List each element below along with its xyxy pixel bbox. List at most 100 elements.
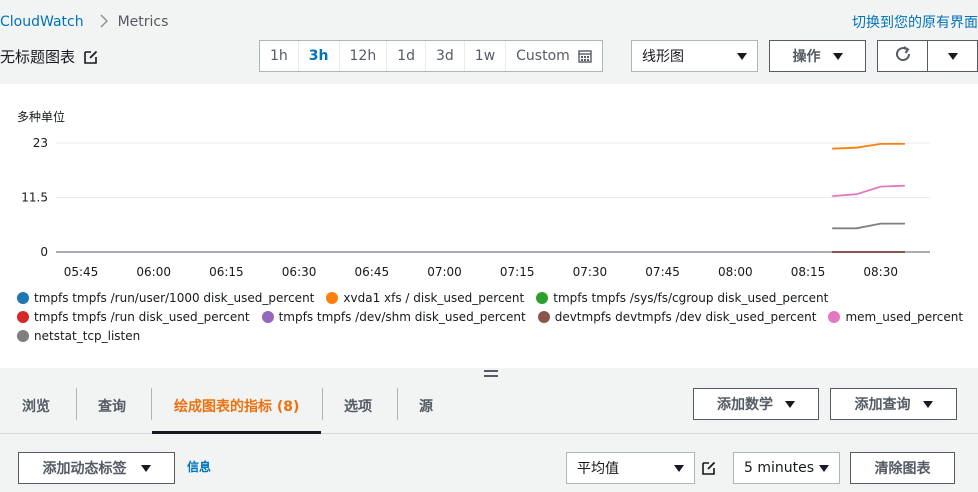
chevron-right-icon — [100, 13, 108, 32]
caret-down-icon — [140, 464, 151, 472]
legend-label: xvda1 xfs / disk_used_percent — [343, 290, 525, 305]
range-custom-label: Custom — [516, 48, 570, 64]
x-tick-label: 07:00 — [427, 265, 462, 279]
range-3d-button[interactable]: 3d — [426, 41, 465, 71]
x-tick-label: 07:45 — [645, 265, 680, 279]
legend-item[interactable]: netstat_tcp_listen — [17, 329, 140, 343]
legend-row: tmpfs tmpfs /run disk_used_percent tmpfs … — [17, 307, 967, 326]
chart-legend: tmpfs tmpfs /run/user/1000 disk_used_per… — [17, 288, 967, 345]
legend-swatch — [326, 291, 339, 304]
graphed-metrics-toolbar: 添加动态标签 信息 平均值 5 minutes 清除图表 — [0, 435, 978, 492]
add-dynamic-label-button[interactable]: 添加动态标签 — [18, 452, 175, 484]
legend-label: mem_used_percent — [845, 309, 964, 324]
line-chart: 0 11.5 23 05:45 06:00 06:15 06:30 06:45 07:00 07:… — [21, 136, 930, 279]
caret-down-icon — [922, 400, 933, 408]
legend-item[interactable]: tmpfs tmpfs /dev/shm disk_used_percent — [261, 309, 526, 324]
legend-swatch — [17, 291, 29, 304]
legend-label: tmpfs tmpfs /run disk_used_percent — [34, 309, 250, 324]
tab-browse[interactable]: 浏览 — [0, 380, 72, 432]
chart-type-value: 线形图 — [642, 49, 684, 65]
range-1h-button[interactable]: 1h — [260, 41, 299, 71]
legend-item[interactable]: tmpfs tmpfs /sys/fs/cgroup disk_used_per… — [536, 291, 828, 305]
x-tick-label: 07:30 — [573, 265, 608, 279]
legend-label: netstat_tcp_listen — [34, 328, 141, 343]
range-1d-button[interactable]: 1d — [387, 41, 426, 71]
x-tick-label: 06:45 — [355, 265, 390, 279]
add-query-button[interactable]: 添加查询 — [830, 388, 957, 420]
x-tick-label: 06:00 — [136, 265, 171, 279]
page-header: CloudWatch Metrics 切换到您的原有界面 无标题图表 1h 3h… — [0, 0, 978, 84]
range-custom-button[interactable]: Custom — [506, 41, 602, 71]
legend-row: tmpfs tmpfs /run/user/1000 disk_used_per… — [17, 288, 967, 307]
caret-down-icon — [737, 52, 747, 60]
graph-title: 无标题图表 — [0, 48, 76, 66]
legend-swatch — [828, 310, 841, 323]
breadcrumb-cloudwatch-link[interactable]: CloudWatch — [0, 14, 84, 30]
legend-item[interactable]: devtmpfs devtmpfs /dev disk_used_percent — [537, 309, 817, 324]
x-tick-label: 08:00 — [718, 265, 753, 279]
refresh-options-dropdown[interactable] — [927, 40, 978, 72]
info-link[interactable]: 信息 — [187, 458, 211, 475]
series-line — [832, 222, 905, 230]
caret-down-icon — [819, 464, 829, 472]
legend-label: devtmpfs devtmpfs /dev disk_used_percent — [554, 309, 817, 324]
range-1w-button[interactable]: 1w — [465, 41, 507, 71]
x-tick-label: 05:45 — [64, 265, 99, 279]
caret-down-icon — [674, 464, 684, 472]
switch-original-ui-link[interactable]: 切换到您的原有界面 — [852, 12, 978, 32]
add-math-button[interactable]: 添加数学 — [693, 388, 819, 420]
y-tick-label: 23 — [33, 136, 48, 150]
x-tick-label: 08:30 — [863, 265, 898, 279]
tab-options[interactable]: 选项 — [322, 380, 394, 432]
legend-swatch — [536, 291, 549, 304]
statistic-value: 平均值 — [577, 461, 619, 477]
y-tick-label: 0 — [40, 245, 48, 259]
x-tick-label: 06:15 — [209, 265, 244, 279]
tab-query[interactable]: 查询 — [76, 380, 148, 432]
add-query-label: 添加查询 — [854, 397, 911, 413]
legend-swatch — [261, 310, 274, 323]
legend-swatch — [17, 310, 29, 323]
legend-label: tmpfs tmpfs /dev/shm disk_used_percent — [278, 309, 526, 324]
add-math-label: 添加数学 — [717, 397, 773, 413]
legend-item[interactable]: tmpfs tmpfs /run/user/1000 disk_used_per… — [17, 291, 314, 305]
refresh-button[interactable] — [877, 40, 928, 72]
series-line — [832, 143, 905, 150]
period-value: 5 minutes — [744, 460, 815, 476]
actions-button[interactable]: 操作 — [769, 40, 866, 72]
actions-label: 操作 — [792, 49, 821, 65]
caret-down-icon — [947, 52, 958, 60]
statistic-select[interactable]: 平均值 — [566, 452, 695, 484]
caret-down-icon — [785, 400, 795, 408]
range-3h-button[interactable]: 3h — [299, 41, 340, 71]
panel-resize-handle[interactable] — [484, 370, 498, 380]
breadcrumb: CloudWatch Metrics — [0, 12, 168, 32]
range-12h-button[interactable]: 12h — [340, 41, 388, 71]
time-range-selector: 1h 3h 12h 1d 3d 1w Custom — [259, 40, 603, 72]
period-select[interactable]: 5 minutes — [733, 452, 840, 484]
x-tick-label: 08:15 — [791, 265, 826, 279]
x-tick-label: 06:30 — [282, 265, 317, 279]
chart-type-select[interactable]: 线形图 — [631, 40, 758, 72]
legend-swatch — [17, 329, 29, 342]
tab-graphed-metrics[interactable]: 绘成图表的指标 (8) — [152, 380, 322, 434]
graph-panel: 多种单位 0 11.5 23 05:45 06:00 06:15 06:30 06:45 07:… — [0, 84, 978, 368]
y-tick-label: 11.5 — [21, 191, 48, 205]
calendar-icon — [578, 49, 592, 63]
add-dynamic-label-label: 添加动态标签 — [42, 461, 127, 477]
legend-label: tmpfs tmpfs /run/user/1000 disk_used_per… — [34, 290, 315, 305]
legend-swatch — [537, 310, 550, 323]
caret-down-icon — [832, 52, 843, 60]
series-line — [832, 184, 905, 197]
graph-title-row: 无标题图表 — [0, 46, 99, 67]
x-tick-label: 07:15 — [500, 265, 535, 279]
tab-source[interactable]: 源 — [397, 380, 455, 432]
legend-label: tmpfs tmpfs /sys/fs/cgroup disk_used_per… — [553, 290, 829, 305]
legend-item[interactable]: tmpfs tmpfs /run disk_used_percent — [17, 310, 250, 324]
refresh-icon — [894, 45, 912, 67]
clear-graph-button[interactable]: 清除图表 — [850, 452, 955, 484]
legend-item[interactable]: xvda1 xfs / disk_used_percent — [326, 291, 524, 305]
legend-item[interactable]: mem_used_percent — [828, 310, 963, 324]
edit-icon[interactable] — [83, 49, 99, 65]
edit-icon[interactable] — [702, 460, 718, 476]
